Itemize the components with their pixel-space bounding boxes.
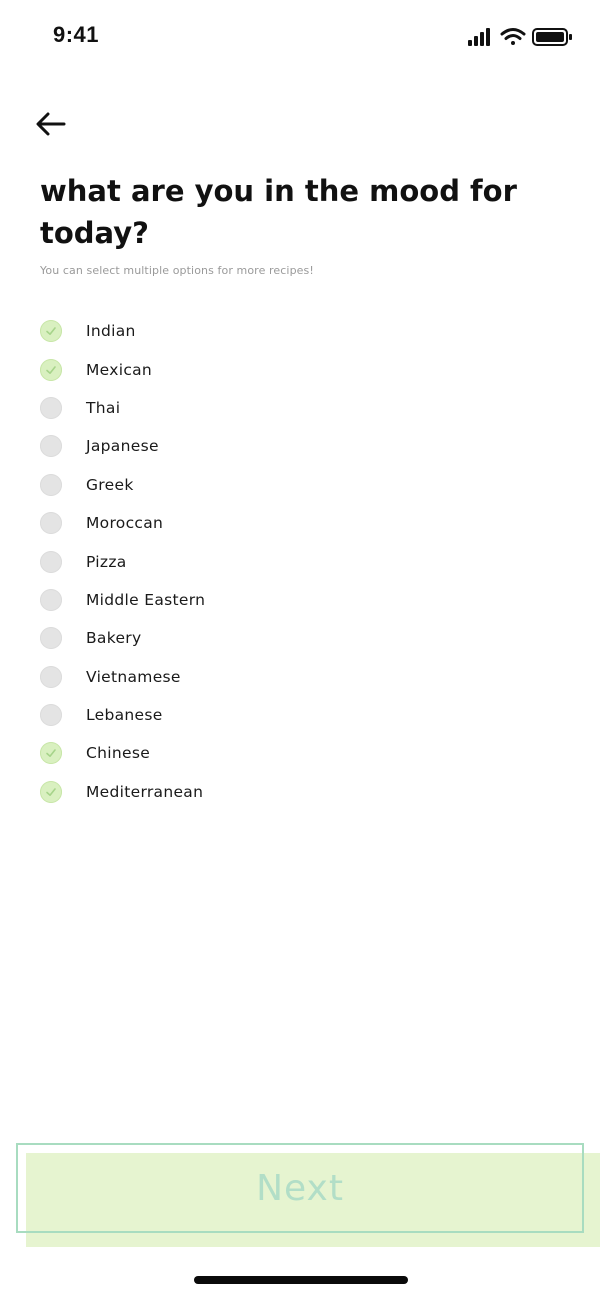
option-moroccan[interactable]: Moroccan (40, 504, 440, 542)
checkbox-icon[interactable] (40, 320, 62, 343)
battery-icon (532, 28, 572, 46)
option-label: Vietnamese (86, 667, 181, 686)
back-button[interactable] (34, 106, 70, 142)
status-time: 9:41 (53, 22, 100, 47)
option-chinese[interactable]: Chinese (40, 734, 440, 772)
option-middle-eastern[interactable]: Middle Eastern (40, 581, 440, 619)
checkbox-icon[interactable] (40, 627, 62, 650)
option-mexican[interactable]: Mexican (40, 350, 440, 388)
option-label: Mexican (86, 360, 153, 379)
checkbox-icon[interactable] (40, 704, 62, 727)
option-label: Moroccan (86, 514, 164, 533)
checkbox-icon[interactable] (40, 780, 62, 803)
checkbox-icon[interactable] (40, 665, 62, 688)
checkmark-icon (46, 365, 56, 374)
status-icons (468, 28, 572, 46)
option-label: Middle Eastern (86, 590, 206, 609)
next-button-container: Next (16, 1143, 600, 1247)
home-indicator (194, 1276, 408, 1284)
option-label: Bakery (86, 629, 142, 648)
checkbox-icon[interactable] (40, 512, 62, 535)
option-japanese[interactable]: Japanese (40, 427, 440, 465)
option-label: Japanese (86, 437, 159, 456)
cuisine-options-list: Indian Mexican Thai Japanese Greek Moroc… (40, 312, 440, 811)
checkbox-icon[interactable] (40, 473, 62, 496)
option-greek[interactable]: Greek (40, 466, 440, 504)
option-pizza[interactable]: Pizza (40, 542, 440, 580)
option-mediterranean[interactable]: Mediterranean (40, 773, 440, 811)
checkbox-icon[interactable] (40, 435, 62, 458)
option-label: Thai (86, 398, 121, 417)
checkbox-icon[interactable] (40, 742, 62, 765)
page-subtitle: You can select multiple options for more… (40, 264, 314, 277)
checkbox-icon[interactable] (40, 396, 62, 419)
option-label: Chinese (86, 744, 151, 763)
wifi-icon (500, 28, 526, 45)
option-thai[interactable]: Thai (40, 389, 440, 427)
checkmark-icon (46, 749, 56, 758)
option-bakery[interactable]: Bakery (40, 619, 440, 657)
option-lebanese[interactable]: Lebanese (40, 696, 440, 734)
option-label: Pizza (86, 552, 127, 571)
checkmark-icon (46, 788, 56, 796)
option-label: Mediterranean (86, 782, 204, 801)
next-button[interactable]: Next (16, 1143, 584, 1233)
option-label: Indian (86, 322, 136, 341)
page-title: what are you in the mood for today? (40, 174, 517, 250)
option-label: Lebanese (86, 706, 163, 725)
option-vietnamese[interactable]: Vietnamese (40, 658, 440, 696)
checkbox-icon[interactable] (40, 588, 62, 611)
checkbox-icon[interactable] (40, 550, 62, 573)
status-bar: 9:41 (0, 0, 600, 72)
option-label: Greek (86, 475, 134, 494)
cellular-signal-icon (468, 28, 490, 46)
arrow-left-icon (36, 112, 66, 136)
option-indian[interactable]: Indian (40, 312, 440, 350)
checkmark-icon (46, 327, 56, 336)
checkbox-icon[interactable] (40, 358, 62, 381)
